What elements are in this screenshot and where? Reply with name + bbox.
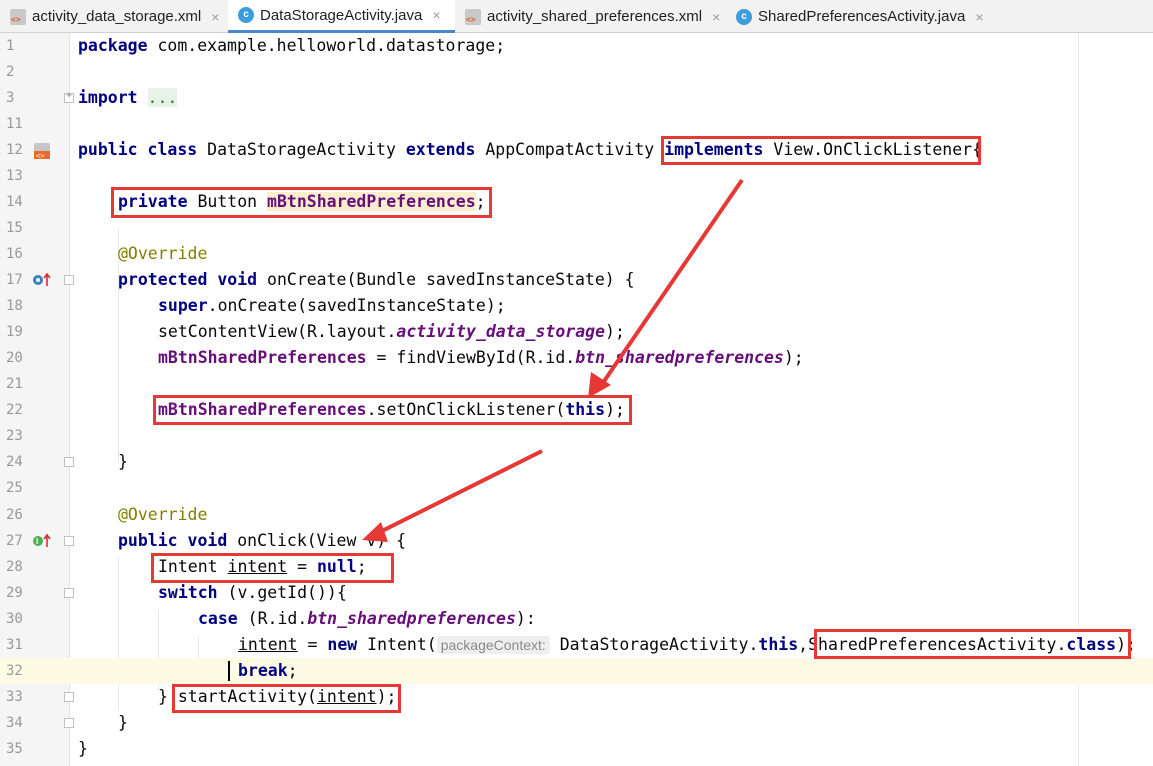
arrow-line xyxy=(375,449,543,536)
annotation-arrows xyxy=(362,178,744,542)
arrow-head xyxy=(362,522,388,542)
arrow-line xyxy=(596,178,744,392)
